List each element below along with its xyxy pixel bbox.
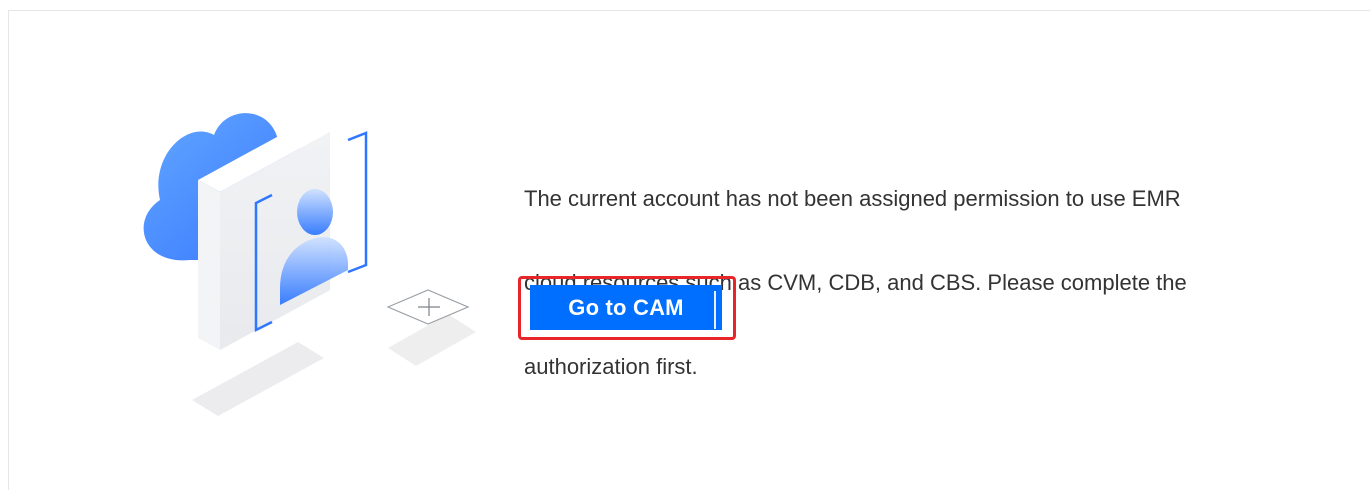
go-to-cam-label: Go to CAM xyxy=(568,294,684,320)
authorization-illustration xyxy=(130,100,490,430)
notice-line-1: The current account has not been assigne… xyxy=(524,186,1181,211)
notice-line-3: authorization first. xyxy=(524,354,698,379)
cloud-user-illustration-icon xyxy=(143,113,476,416)
go-to-cam-highlight: Go to CAM xyxy=(518,276,736,340)
button-edge-divider xyxy=(714,291,716,329)
go-to-cam-button[interactable]: Go to CAM xyxy=(530,285,722,330)
